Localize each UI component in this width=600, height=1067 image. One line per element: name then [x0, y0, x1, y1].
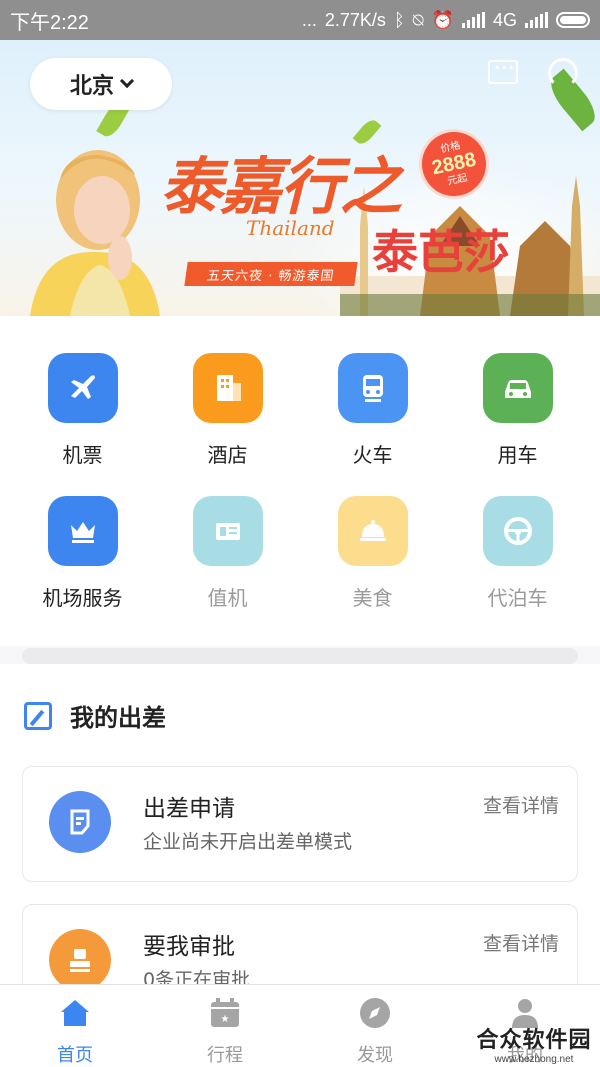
home-icon — [61, 1000, 89, 1026]
card-title: 要我审批 — [143, 934, 235, 960]
nav-label: 行程 — [207, 1045, 243, 1066]
banner-english: Thailand — [246, 216, 335, 240]
document-icon — [49, 791, 111, 853]
watermark-logo: 合众软件园 www.hezhong.net — [470, 1022, 598, 1066]
nav-label: 首页 — [57, 1045, 93, 1066]
service-flights[interactable]: 机票 — [10, 353, 155, 468]
nav-discover[interactable]: 发现 — [300, 995, 450, 1067]
banner-place: 泰芭莎 — [372, 225, 510, 279]
service-label: 值机 — [207, 586, 248, 610]
ticket-icon — [192, 496, 263, 566]
view-details-link[interactable]: 查看详情 — [483, 929, 559, 956]
message-icon[interactable] — [488, 58, 518, 84]
banner-slogan: 五天六夜 · 畅游泰国 — [184, 262, 358, 286]
service-car[interactable]: 用车 — [445, 353, 590, 468]
alarm-icon: ⏰ — [431, 9, 454, 30]
bluetooth-icon: ᛒ — [393, 9, 405, 30]
customer-service-icon[interactable] — [548, 58, 578, 88]
section-header: 我的出差 — [24, 698, 166, 733]
service-label: 美食 — [352, 586, 393, 610]
service-label: 代泊车 — [487, 586, 548, 610]
network-speed: 2.77K/s — [324, 9, 386, 30]
hotel-icon — [192, 353, 263, 423]
watermark-text: 合众软件园 — [476, 1028, 592, 1053]
nav-label: 发现 — [357, 1045, 393, 1066]
banner-title: 泰嘉行之 — [160, 150, 402, 223]
service-label: 火车 — [352, 443, 393, 467]
view-details-link[interactable]: 查看详情 — [483, 791, 559, 818]
stamp-icon — [49, 929, 111, 991]
signal-icon-2 — [525, 12, 548, 28]
service-checkin[interactable]: 值机 — [155, 496, 300, 611]
card-title: 出差申请 — [143, 796, 235, 822]
service-airport[interactable]: 机场服务 — [10, 496, 155, 611]
service-train[interactable]: 火车 — [300, 353, 445, 468]
my-trips-section: 我的出差 出差申请 企业尚未开启出差单模式 查看详情 要我审批 0条正在审批 查… — [0, 664, 600, 1020]
service-hotel[interactable]: 酒店 — [155, 353, 300, 468]
banner-woman-image — [30, 150, 160, 316]
city-selector[interactable]: 北京 — [30, 58, 172, 110]
service-label: 用车 — [497, 443, 538, 467]
watermark-url: www.hezhong.net — [494, 1054, 574, 1065]
chevron-down-icon — [119, 73, 135, 89]
network-type: 4G — [492, 9, 517, 30]
service-label: 酒店 — [207, 443, 248, 467]
service-label: 机场服务 — [42, 586, 123, 610]
section-divider — [22, 648, 578, 664]
nav-home[interactable]: 首页 — [0, 995, 150, 1067]
trip-application-card[interactable]: 出差申请 企业尚未开启出差单模式 查看详情 — [22, 766, 578, 882]
signal-icon — [461, 12, 485, 28]
battery-icon — [556, 12, 590, 28]
steering-wheel-icon — [482, 496, 553, 566]
nav-trips[interactable]: ★ 行程 — [150, 995, 300, 1067]
mute-icon: ⍉ — [412, 9, 424, 30]
food-cloche-icon — [337, 496, 408, 566]
compass-icon — [360, 998, 390, 1028]
status-bar: 下午2:22 ... 2.77K/s ᛒ ⍉ ⏰ 4G — [0, 0, 600, 40]
status-time: 下午2:22 — [10, 11, 89, 34]
svg-text:★: ★ — [221, 1014, 230, 1025]
section-title: 我的出差 — [70, 704, 166, 732]
edit-icon — [24, 701, 52, 730]
service-valet[interactable]: 代泊车 — [445, 496, 590, 611]
service-label: 机票 — [62, 443, 103, 467]
car-icon — [482, 353, 553, 423]
city-label: 北京 — [69, 74, 114, 99]
card-subtitle: 企业尚未开启出差单模式 — [143, 831, 353, 853]
crown-icon — [47, 496, 118, 566]
train-icon — [337, 353, 408, 423]
service-food[interactable]: 美食 — [300, 496, 445, 611]
status-right: ... 2.77K/s ᛒ ⍉ ⏰ 4G — [302, 10, 590, 31]
promo-banner[interactable]: 北京 泰嘉行之 Thailand 泰芭莎 五天六夜 · 畅游泰国 价格 2888… — [0, 40, 600, 316]
services-grid: 机票 酒店 火车 用车 机场服务 值机 美食 代泊车 — [0, 316, 600, 646]
airplane-icon — [47, 353, 118, 423]
calendar-icon: ★ — [211, 998, 239, 1027]
status-dots: ... — [301, 9, 317, 30]
